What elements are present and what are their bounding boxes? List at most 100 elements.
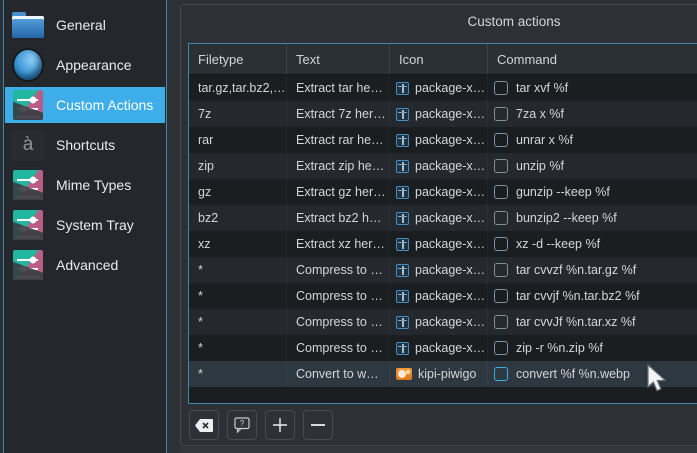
cell-filetype: gz <box>189 179 286 205</box>
cell-icon: package-x… <box>389 205 487 231</box>
command-text: tar xvf %f <box>516 81 568 95</box>
cell-filetype: * <box>189 361 286 387</box>
command-text: unrar x %f <box>516 133 573 147</box>
table-row[interactable]: * Compress to … package-x… tar cvvjf %n.… <box>189 283 697 309</box>
cell-icon: kipi-piwigo <box>389 361 487 387</box>
cell-filetype: bz2 <box>189 205 286 231</box>
cell-command: unzip %f <box>487 153 697 179</box>
add-button[interactable] <box>265 410 295 440</box>
cell-filetype: tar.gz,tar.bz2,… <box>189 75 286 101</box>
cell-text: Compress to … <box>286 335 389 361</box>
command-text: tar cvvzf %n.tar.gz %f <box>516 263 636 277</box>
cell-text: Compress to … <box>286 257 389 283</box>
command-checkbox[interactable] <box>494 263 508 277</box>
cell-icon: package-x… <box>389 231 487 257</box>
sliders-icon <box>12 209 44 241</box>
table-row[interactable]: zip Extract zip he… package-x… unzip %f <box>189 153 697 179</box>
column-header-command[interactable]: Command <box>487 44 697 74</box>
command-checkbox[interactable] <box>494 315 508 329</box>
command-checkbox[interactable] <box>494 81 508 95</box>
table-row[interactable]: rar Extract rar he… package-x… unrar x %… <box>189 127 697 153</box>
package-icon <box>396 186 409 199</box>
settings-window: General Appearance Custom Actions Shortc… <box>0 0 697 453</box>
cell-icon: package-x… <box>389 283 487 309</box>
sidebar-item[interactable]: Custom Actions <box>5 87 165 123</box>
sidebar-item[interactable]: System Tray <box>5 207 165 243</box>
command-text: tar cvvJf %n.tar.xz %f <box>516 315 635 329</box>
cell-command: tar cvvJf %n.tar.xz %f <box>487 309 697 335</box>
sidebar-item[interactable]: Shortcuts <box>5 127 165 163</box>
window-bottom-strip <box>180 447 697 453</box>
table-row[interactable]: bz2 Extract bz2 h… package-x… bunzip2 --… <box>189 205 697 231</box>
icon-label: package-x… <box>415 133 485 147</box>
comment-button[interactable]: ? <box>227 410 257 440</box>
sidebar-item[interactable]: Appearance <box>5 47 165 83</box>
sliders-icon <box>12 249 44 281</box>
icon-label: package-x… <box>415 289 485 303</box>
sidebar-item[interactable]: General <box>5 7 165 43</box>
command-text: unzip %f <box>516 159 564 173</box>
cell-text: Compress to … <box>286 283 389 309</box>
command-checkbox[interactable] <box>494 133 508 147</box>
command-checkbox[interactable] <box>494 367 508 381</box>
command-checkbox[interactable] <box>494 341 508 355</box>
table-row[interactable]: * Compress to … package-x… tar cvvzf %n.… <box>189 257 697 283</box>
package-icon <box>396 212 409 225</box>
command-checkbox[interactable] <box>494 159 508 173</box>
icon-label: kipi-piwigo <box>418 367 476 381</box>
cell-icon: package-x… <box>389 257 487 283</box>
package-icon <box>396 316 409 329</box>
command-text: tar cvvjf %n.tar.bz2 %f <box>516 289 640 303</box>
sidebar-item[interactable]: Mime Types <box>5 167 165 203</box>
backspace-button[interactable] <box>189 410 219 440</box>
cell-text: Extract zip he… <box>286 153 389 179</box>
cell-command: xz -d --keep %f <box>487 231 697 257</box>
cell-icon: package-x… <box>389 309 487 335</box>
table-row[interactable]: * Convert to w… kipi-piwigo convert %f %… <box>189 361 697 387</box>
table-row[interactable]: * Compress to … package-x… zip -r %n.zip… <box>189 335 697 361</box>
sidebar-item-label: General <box>56 17 106 33</box>
sidebar-item[interactable]: Advanced <box>5 247 165 283</box>
cell-text: Extract xz her… <box>286 231 389 257</box>
cell-text: Extract tar he… <box>286 75 389 101</box>
column-header-icon[interactable]: Icon <box>389 44 487 74</box>
cell-text: Extract rar he… <box>286 127 389 153</box>
cell-command: tar cvvjf %n.tar.bz2 %f <box>487 283 697 309</box>
cell-filetype: xz <box>189 231 286 257</box>
column-header-text[interactable]: Text <box>286 44 389 74</box>
table-body: tar.gz,tar.bz2,… Extract tar he… package… <box>189 75 697 387</box>
command-checkbox[interactable] <box>494 237 508 251</box>
command-checkbox[interactable] <box>494 107 508 121</box>
cell-icon: package-x… <box>389 335 487 361</box>
cell-icon: package-x… <box>389 153 487 179</box>
shortcuts-icon <box>12 129 44 161</box>
cell-text: Extract gz her… <box>286 179 389 205</box>
table-row[interactable]: * Compress to … package-x… tar cvvJf %n.… <box>189 309 697 335</box>
cell-icon: package-x… <box>389 127 487 153</box>
remove-button[interactable] <box>303 410 333 440</box>
custom-actions-panel: Custom actions Filetype Text Icon Comman… <box>180 4 697 446</box>
cell-filetype: 7z <box>189 101 286 127</box>
icon-label: package-x… <box>415 81 485 95</box>
icon-label: package-x… <box>415 237 485 251</box>
table-row[interactable]: gz Extract gz her… package-x… gunzip --k… <box>189 179 697 205</box>
package-icon <box>396 290 409 303</box>
command-text: gunzip --keep %f <box>516 185 610 199</box>
comment-question-icon: ? <box>234 417 251 433</box>
table-row[interactable]: xz Extract xz her… package-x… xz -d --ke… <box>189 231 697 257</box>
command-checkbox[interactable] <box>494 211 508 225</box>
column-header-filetype[interactable]: Filetype <box>189 44 286 74</box>
sidebar-item-label: Custom Actions <box>56 97 153 113</box>
table-row[interactable]: tar.gz,tar.bz2,… Extract tar he… package… <box>189 75 697 101</box>
command-checkbox[interactable] <box>494 289 508 303</box>
cell-command: tar xvf %f <box>487 75 697 101</box>
table-row[interactable]: 7z Extract 7z her… package-x… 7za x %f <box>189 101 697 127</box>
cell-icon: package-x… <box>389 101 487 127</box>
package-icon <box>396 82 409 95</box>
minus-icon <box>311 423 325 427</box>
cell-filetype: * <box>189 309 286 335</box>
settings-sidebar: General Appearance Custom Actions Shortc… <box>3 0 167 453</box>
command-checkbox[interactable] <box>494 185 508 199</box>
command-text: bunzip2 --keep %f <box>516 211 617 225</box>
actions-table[interactable]: Filetype Text Icon Command tar.gz,tar.bz… <box>188 43 697 404</box>
